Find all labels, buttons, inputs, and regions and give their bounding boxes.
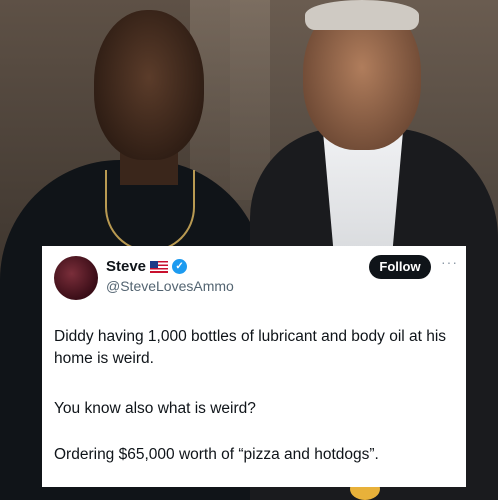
- author-row: Steve ✓: [106, 258, 188, 275]
- verified-badge-icon: ✓: [172, 259, 188, 274]
- handle[interactable]: @SteveLovesAmmo: [106, 278, 234, 294]
- tweet-text-line-1: Diddy having 1,000 bottles of lubricant …: [54, 328, 447, 367]
- tweet-card: Steve ✓ @SteveLovesAmmo Follow ··· Diddy…: [42, 246, 466, 487]
- tweet-text-line-2: You know also what is weird?: [54, 400, 256, 417]
- avatar[interactable]: [54, 256, 98, 300]
- us-flag-icon: [150, 260, 169, 273]
- tweet-text-line-3: Ordering $65,000 worth of “pizza and hot…: [54, 446, 379, 463]
- more-options-icon[interactable]: ···: [441, 254, 458, 270]
- follow-button[interactable]: Follow: [369, 255, 431, 279]
- display-name[interactable]: Steve: [106, 258, 146, 275]
